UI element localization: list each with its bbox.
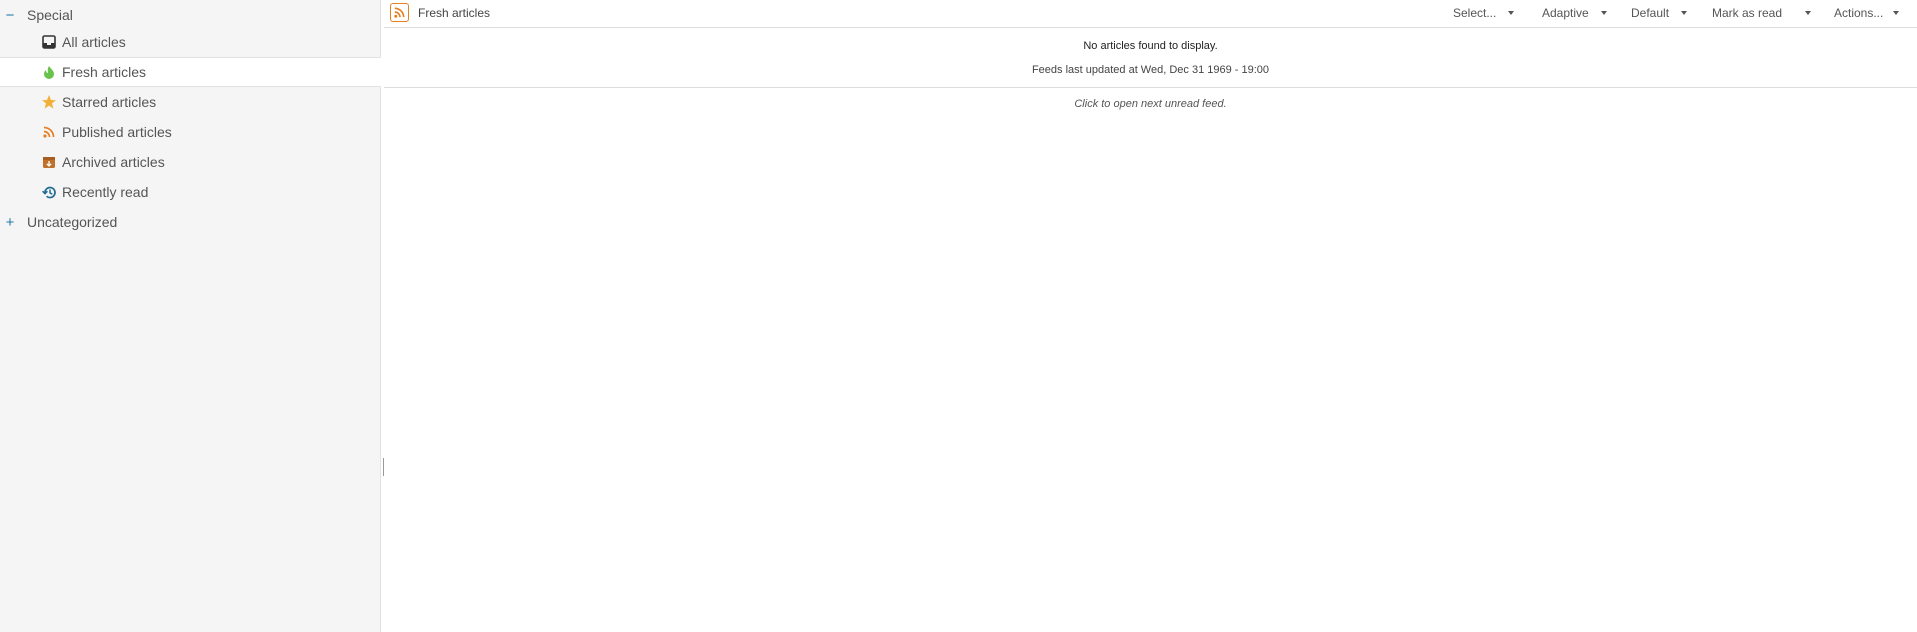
sidebar-item-all-articles[interactable]: All articles <box>0 27 381 57</box>
sidebar-item-starred-articles[interactable]: Starred articles <box>0 87 381 117</box>
chevron-down-icon <box>1508 10 1515 15</box>
mark-as-read-button[interactable]: Mark as read <box>1712 6 1812 20</box>
main-pane: Fresh articles Select... Adaptive Defaul… <box>384 0 1917 632</box>
sidebar-item-published-articles[interactable]: Published articles <box>0 117 381 147</box>
divider <box>384 87 1917 88</box>
sidebar-item-label: All articles <box>62 34 126 50</box>
select-dropdown[interactable]: Select... <box>1453 6 1515 20</box>
sidebar-item-archived-articles[interactable]: Archived articles <box>0 147 381 177</box>
sidebar-item-fresh-articles[interactable]: Fresh articles <box>0 57 381 87</box>
collapse-icon[interactable]: − <box>5 8 15 23</box>
category-label[interactable]: Uncategorized <box>27 214 117 230</box>
sidebar-item-label: Published articles <box>62 124 172 140</box>
history-icon <box>41 184 57 200</box>
archive-icon <box>41 154 57 170</box>
chevron-down-icon <box>1681 10 1688 15</box>
sidebar-item-label: Recently read <box>62 184 149 200</box>
select-dropdown-label: Select... <box>1453 6 1497 20</box>
category-uncategorized[interactable]: + Uncategorized <box>0 207 381 237</box>
sidebar-item-label: Starred articles <box>62 94 157 110</box>
feed-title: Fresh articles <box>418 6 491 20</box>
fresh-icon <box>41 64 57 80</box>
star-icon <box>41 94 57 110</box>
actions-label: Actions... <box>1834 6 1884 20</box>
view-mode-dropdown[interactable]: Adaptive <box>1542 6 1607 20</box>
sidebar: − Special All articles Fresh articles St… <box>0 0 381 632</box>
toolbar: Fresh articles Select... Adaptive Defaul… <box>384 0 1917 28</box>
empty-message: No articles found to display. <box>1083 40 1218 52</box>
chevron-down-icon <box>1893 10 1900 15</box>
expand-icon[interactable]: + <box>5 215 15 230</box>
last-updated-text: Feeds last updated at Wed, Dec 31 1969 -… <box>1031 64 1270 76</box>
sidebar-item-label: Fresh articles <box>62 64 147 80</box>
view-mode-label: Adaptive <box>1542 6 1589 20</box>
sidebar-item-label: Archived articles <box>62 154 165 170</box>
rss-icon <box>390 3 409 22</box>
sidebar-item-recently-read[interactable]: Recently read <box>0 177 381 207</box>
category-label[interactable]: Special <box>27 7 73 23</box>
actions-dropdown[interactable]: Actions... <box>1834 6 1900 20</box>
next-unread-link[interactable]: Click to open next unread feed. <box>384 98 1917 110</box>
category-special[interactable]: − Special <box>0 0 381 30</box>
mark-as-read-label: Mark as read <box>1712 6 1783 20</box>
order-dropdown[interactable]: Default <box>1631 6 1688 20</box>
chevron-down-icon <box>1805 10 1812 15</box>
order-label: Default <box>1631 6 1670 20</box>
inbox-icon <box>41 34 57 50</box>
rss-icon <box>41 124 57 140</box>
chevron-down-icon <box>1600 10 1607 15</box>
